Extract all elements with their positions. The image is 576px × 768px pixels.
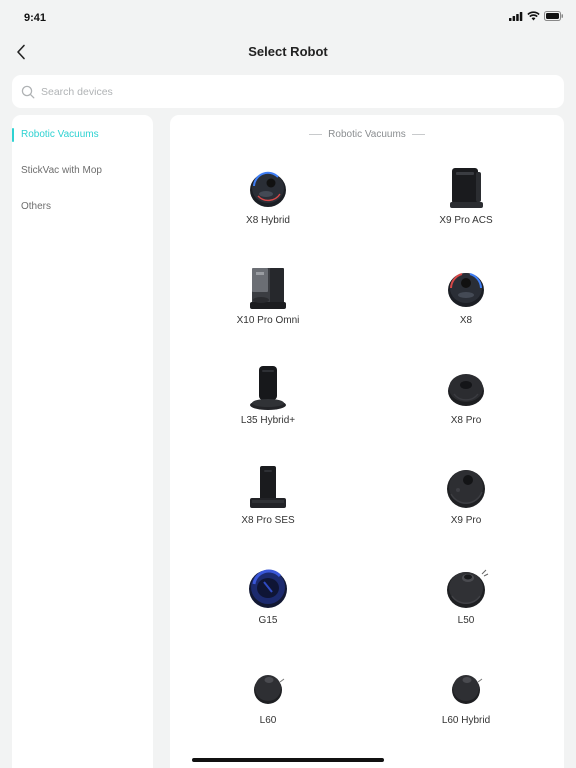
round-robot-vacuum-blue-icon [249,569,287,608]
section-header: Robotic Vacuums [170,129,564,140]
device-x9-pro[interactable]: X9 Pro [406,464,526,527]
device-name: L60 [259,715,277,726]
device-name: X8 Hybrid [246,215,290,226]
sidebar-item-label: StickVac with Mop [21,165,102,176]
device-l60-hybrid[interactable]: L60 Hybrid [406,664,526,727]
round-robot-vacuum-red-icon [448,273,484,307]
device-x9-pro-acs[interactable]: X9 Pro ACS [406,164,526,227]
device-name: G15 [258,615,278,626]
category-sidebar: Robotic Vacuums StickVac with Mop Others [12,115,153,768]
wifi-icon [527,11,540,21]
small-robot-vacuum-icon [254,675,285,704]
device-name: L35 Hybrid+ [240,415,296,426]
divider [411,134,425,135]
device-name: X8 [459,315,473,326]
device-l60[interactable]: L60 [208,664,328,727]
status-icons [509,11,564,21]
device-name: X10 Pro Omni [236,315,300,326]
device-name: X8 Pro [450,415,482,426]
round-robot-vacuum-icon [448,374,484,406]
page-title: Select Robot [248,44,328,59]
status-bar: 9:41 [0,0,576,34]
cellular-signal-icon [509,11,523,21]
device-x8[interactable]: X8 [406,264,526,327]
sidebar-item-label: Robotic Vacuums [21,129,99,140]
small-robot-vacuum-icon [452,675,483,704]
sidebar-item-robotic-vacuums[interactable]: Robotic Vacuums [12,126,153,144]
status-time: 9:41 [24,12,47,24]
home-indicator [192,758,384,762]
device-l35-hybrid-plus[interactable]: L35 Hybrid+ [208,364,328,427]
header: Select Robot [0,34,576,70]
omni-station-icon [250,268,286,309]
device-l50[interactable]: L50 [406,564,526,627]
sidebar-item-stickvac-with-mop[interactable]: StickVac with Mop [12,162,153,180]
lidar-robot-vacuum-icon [447,569,489,608]
divider [309,134,323,135]
device-x10-pro-omni[interactable]: X10 Pro Omni [208,264,328,327]
tower-station-icon [250,366,286,410]
round-robot-vacuum-icon [447,470,485,508]
device-name: X9 Pro ACS [439,215,493,226]
round-robot-vacuum-blue-icon [250,171,286,207]
device-x8-hybrid[interactable]: X8 Hybrid [208,164,328,227]
battery-icon [544,11,563,21]
device-name: L60 Hybrid [441,715,491,726]
device-name: X9 Pro [450,515,482,526]
device-x8-pro[interactable]: X8 Pro [406,364,526,427]
device-x8-pro-ses[interactable]: X8 Pro SES [208,464,328,527]
sidebar-item-label: Others [21,201,52,212]
search-bar[interactable] [12,75,564,108]
sidebar-item-others[interactable]: Others [12,198,153,216]
active-indicator [12,128,14,142]
device-name: X8 Pro SES [241,515,295,526]
search-input[interactable] [41,85,521,98]
device-grid-panel: Robotic Vacuums X8 Hybrid X9 Pro ACS X10… [170,115,564,768]
dock-station-icon [250,466,286,508]
search-icon [21,85,35,98]
section-title: Robotic Vacuums [328,129,406,140]
cleaning-station-icon [450,168,483,208]
device-name: L50 [457,615,475,626]
device-g15[interactable]: G15 [208,564,328,627]
